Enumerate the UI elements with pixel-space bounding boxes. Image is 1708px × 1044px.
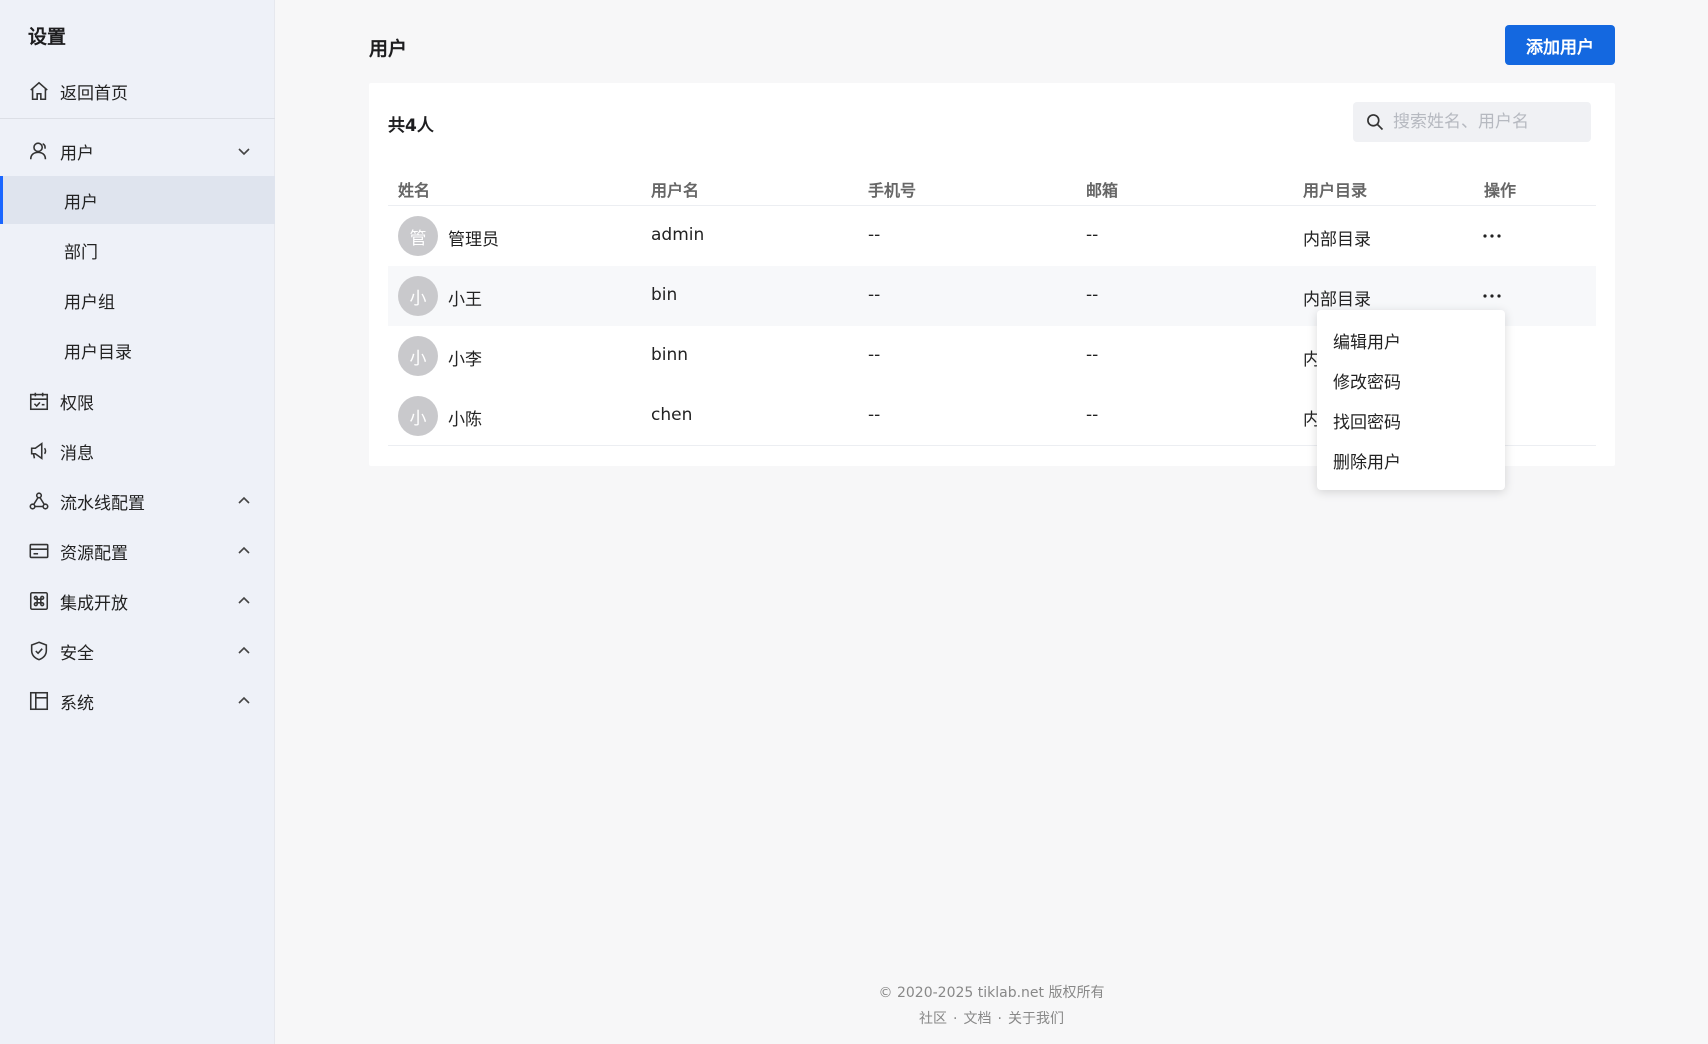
- cell-username: chen: [651, 405, 693, 425]
- more-actions-icon[interactable]: [1480, 226, 1504, 246]
- footer-link-community[interactable]: 社区: [919, 1011, 947, 1027]
- search-input[interactable]: [1393, 112, 1573, 132]
- shield-check-icon: [28, 640, 50, 662]
- chevron-up-icon: [237, 643, 251, 657]
- menu-item-edit-user[interactable]: 编辑用户: [1317, 320, 1505, 360]
- column-header-directory: 用户目录: [1303, 181, 1368, 200]
- sidebar-item-messages[interactable]: 消息: [0, 428, 275, 474]
- footer-links: 社区 · 文档 · 关于我们: [275, 1008, 1708, 1028]
- avatar: 管: [398, 216, 438, 256]
- search-box[interactable]: [1353, 102, 1591, 142]
- sidebar-title: 设置: [28, 26, 67, 48]
- user-count: 共4人: [388, 116, 434, 136]
- sidebar-subitem-user-directory[interactable]: 用户目录: [0, 326, 275, 374]
- sidebar-item-integration[interactable]: 集成开放: [0, 578, 275, 624]
- footer: © 2020-2025 tiklab.net 版权所有 社区 · 文档 · 关于我们: [275, 982, 1708, 1028]
- cell-email: --: [1086, 405, 1099, 425]
- sidebar-item-label: 安全: [60, 643, 94, 664]
- sidebar-subitem-users[interactable]: 用户: [0, 176, 275, 224]
- main-content: 用户 添加用户 共4人 姓名 用户名 手机号 邮箱 用户目录 操作 管: [275, 0, 1708, 1044]
- calendar-check-icon: [28, 390, 50, 412]
- cell-directory: 内部目录: [1303, 230, 1371, 250]
- cell-phone: --: [868, 405, 881, 425]
- sidebar-item-label: 权限: [60, 393, 94, 414]
- column-header-actions: 操作: [1484, 181, 1517, 200]
- chevron-up-icon: [237, 693, 251, 707]
- sidebar-item-pipeline-config[interactable]: 流水线配置: [0, 478, 275, 524]
- cell-phone: --: [868, 225, 881, 245]
- avatar: 小: [398, 396, 438, 436]
- sidebar-item-label: 集成开放: [60, 593, 128, 614]
- cell-name: 小王: [448, 290, 482, 310]
- home-icon: [28, 80, 50, 102]
- menu-item-recover-password[interactable]: 找回密码: [1317, 400, 1505, 440]
- user-icon: [28, 140, 50, 162]
- app: 设置 返回首页 用户 用户 部门 用户组 用户目录 权限 消息 流水线配置 资源…: [0, 0, 1708, 1044]
- row-actions-dropdown: 编辑用户 修改密码 找回密码 删除用户: [1317, 310, 1505, 490]
- command-icon: [28, 590, 50, 612]
- sidebar-item-label: 返回首页: [60, 83, 128, 104]
- page-title: 用户: [369, 38, 408, 60]
- megaphone-icon: [28, 440, 50, 462]
- cell-email: --: [1086, 345, 1099, 365]
- sidebar-item-label: 资源配置: [60, 543, 128, 564]
- sidebar-item-label: 系统: [60, 693, 94, 714]
- avatar: 小: [398, 276, 438, 316]
- table-row[interactable]: 管 管理员 admin -- -- 内部目录: [388, 206, 1596, 266]
- sidebar-divider: [0, 118, 275, 119]
- cell-email: --: [1086, 285, 1099, 305]
- avatar: 小: [398, 336, 438, 376]
- footer-separator: ·: [953, 1011, 958, 1027]
- more-actions-icon[interactable]: [1480, 286, 1504, 306]
- menu-item-change-password[interactable]: 修改密码: [1317, 360, 1505, 400]
- search-icon: [1367, 114, 1384, 131]
- footer-link-docs[interactable]: 文档: [964, 1011, 992, 1027]
- sidebar-subitem-departments[interactable]: 部门: [0, 226, 275, 274]
- cell-email: --: [1086, 225, 1099, 245]
- chevron-up-icon: [237, 593, 251, 607]
- chevron-up-icon: [237, 493, 251, 507]
- layout-icon: [28, 690, 50, 712]
- table-header: 姓名 用户名 手机号 邮箱 用户目录 操作: [388, 166, 1596, 206]
- cell-username: admin: [651, 225, 705, 245]
- column-header-username: 用户名: [651, 181, 700, 200]
- column-header-email: 邮箱: [1086, 181, 1119, 200]
- cell-name: 小陈: [448, 410, 482, 430]
- cell-name: 管理员: [448, 230, 499, 250]
- footer-separator: ·: [997, 1011, 1002, 1027]
- card-icon: [28, 540, 50, 562]
- cell-directory: 内部目录: [1303, 290, 1371, 310]
- chevron-down-icon: [237, 143, 251, 157]
- cell-username: binn: [651, 345, 689, 365]
- cell-name: 小李: [448, 350, 482, 370]
- add-user-button[interactable]: 添加用户: [1505, 25, 1615, 65]
- sidebar-item-permissions[interactable]: 权限: [0, 378, 275, 424]
- column-header-name: 姓名: [398, 181, 431, 200]
- nodes-icon: [28, 490, 50, 512]
- column-header-phone: 手机号: [868, 181, 917, 200]
- sidebar-item-resource-config[interactable]: 资源配置: [0, 528, 275, 574]
- sidebar-item-users[interactable]: 用户: [0, 128, 275, 174]
- cell-phone: --: [868, 345, 881, 365]
- chevron-up-icon: [237, 543, 251, 557]
- footer-link-about[interactable]: 关于我们: [1008, 1011, 1064, 1027]
- sidebar-item-label: 消息: [60, 443, 94, 464]
- sidebar-item-home[interactable]: 返回首页: [0, 68, 275, 114]
- sidebar-subitem-user-groups[interactable]: 用户组: [0, 276, 275, 324]
- sidebar-item-label: 流水线配置: [60, 493, 145, 514]
- sidebar-item-system[interactable]: 系统: [0, 678, 275, 724]
- cell-username: bin: [651, 285, 678, 305]
- cell-phone: --: [868, 285, 881, 305]
- menu-item-delete-user[interactable]: 删除用户: [1317, 440, 1505, 480]
- sidebar: 设置 返回首页 用户 用户 部门 用户组 用户目录 权限 消息 流水线配置 资源…: [0, 0, 275, 1044]
- footer-copyright: © 2020-2025 tiklab.net 版权所有: [878, 985, 1105, 1001]
- sidebar-item-security[interactable]: 安全: [0, 628, 275, 674]
- sidebar-item-label: 用户: [60, 143, 94, 164]
